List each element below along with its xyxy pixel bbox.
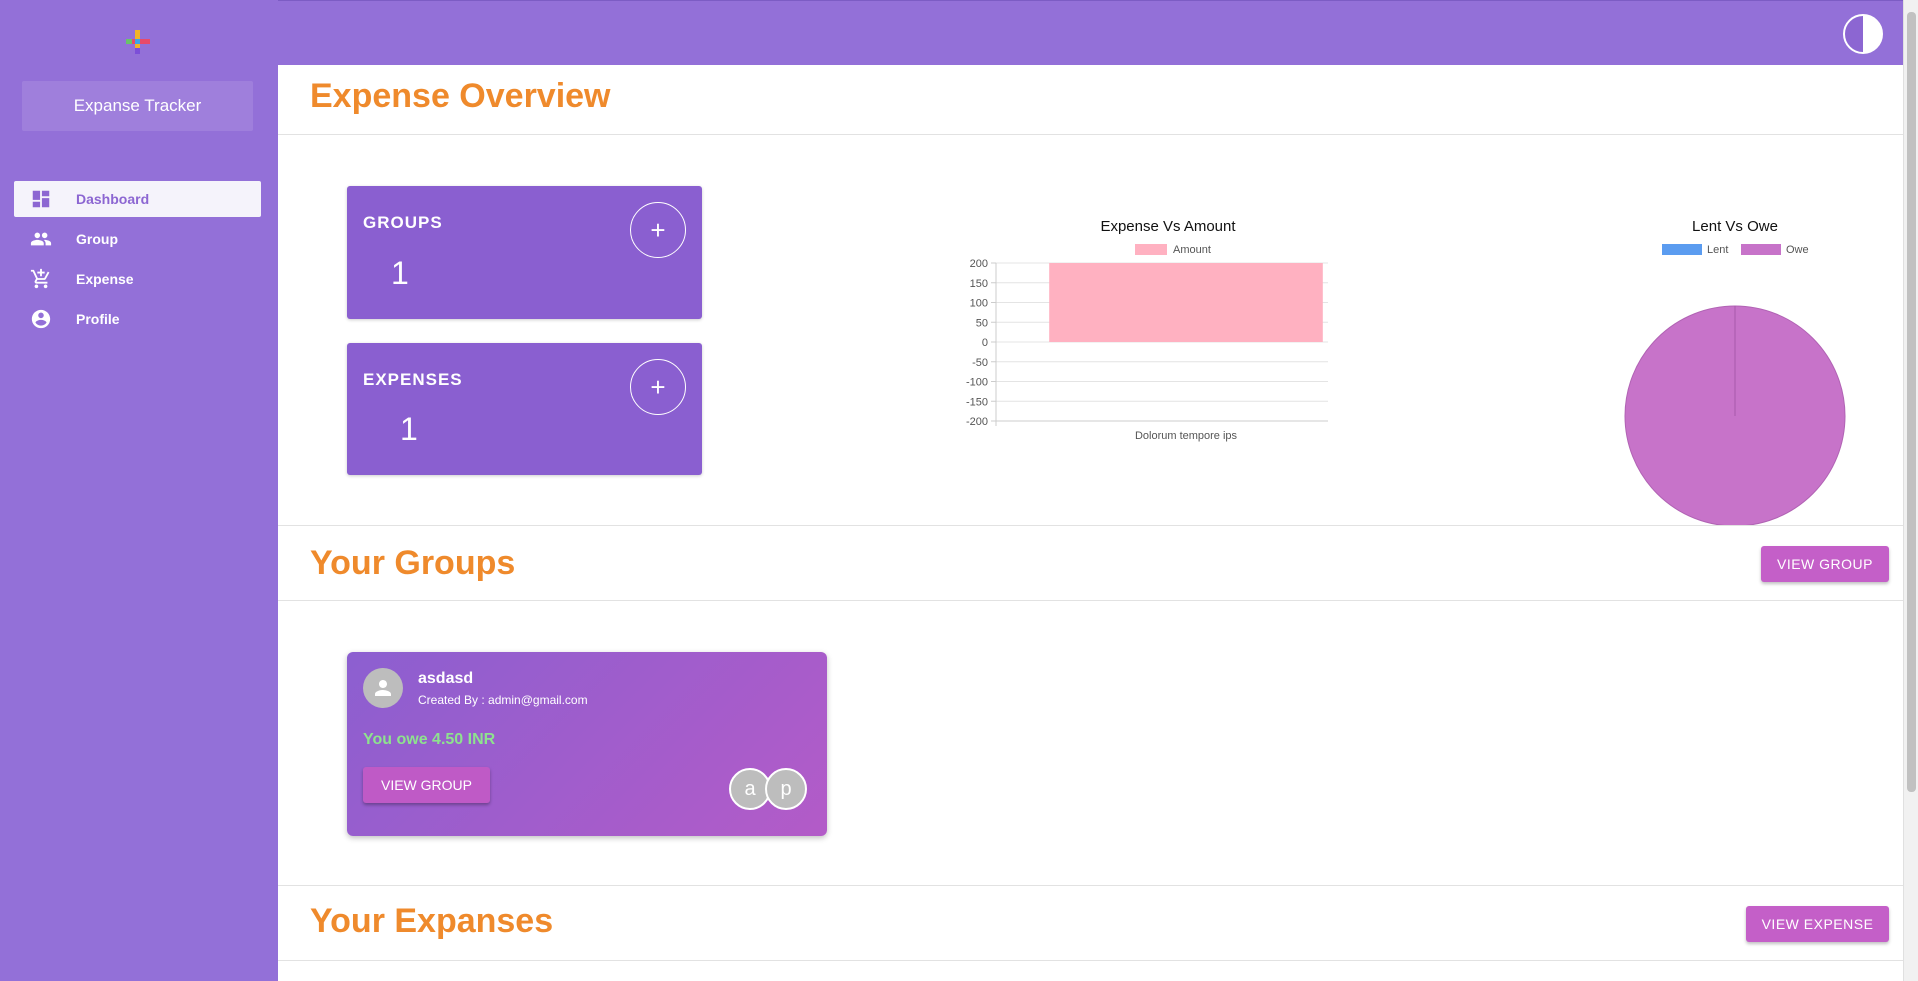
view-group-button[interactable]: VIEW GROUP bbox=[1761, 546, 1889, 582]
add-expense-button[interactable]: + bbox=[630, 359, 686, 415]
legend-swatch bbox=[1741, 244, 1781, 255]
y-tick-label: 200 bbox=[970, 258, 988, 270]
sidebar-item-label: Profile bbox=[76, 311, 120, 327]
sidebar-item-dashboard[interactable]: Dashboard bbox=[14, 181, 261, 217]
member-avatar: p bbox=[765, 768, 807, 810]
lent-vs-owe-chart: Lent Vs Owe Lent Owe bbox=[1598, 185, 1878, 527]
expenses-stat-card: EXPENSES 1 + bbox=[347, 343, 702, 475]
sidebar-item-label: Dashboard bbox=[76, 191, 150, 207]
account-circle-icon bbox=[30, 308, 52, 330]
expenses-section-header: Your Expanses VIEW EXPENSE bbox=[278, 885, 1903, 961]
group-card[interactable]: asdasd Created By : admin@gmail.com You … bbox=[347, 652, 827, 836]
add-cart-icon bbox=[30, 268, 52, 290]
dashboard-icon bbox=[30, 188, 52, 210]
main-content: Expense Overview GROUPS 1 + EXPENSES 1 +… bbox=[278, 65, 1903, 981]
app-logo-icon bbox=[126, 30, 150, 54]
group-creator: Created By : admin@gmail.com bbox=[418, 693, 588, 707]
sidebar-nav: Dashboard Group Expense Profile bbox=[14, 181, 261, 341]
legend-label: Amount bbox=[1173, 244, 1211, 256]
sidebar-item-group[interactable]: Group bbox=[14, 221, 261, 257]
add-group-button[interactable]: + bbox=[630, 202, 686, 258]
sidebar-item-expense[interactable]: Expense bbox=[14, 261, 261, 297]
expenses-section-title: Your Expanses bbox=[310, 902, 554, 940]
view-expense-button[interactable]: VIEW EXPENSE bbox=[1746, 906, 1889, 942]
pie-chart-svg: Lent Vs Owe Lent Owe bbox=[1624, 218, 1846, 527]
bar bbox=[1049, 263, 1323, 342]
groups-stat-card: GROUPS 1 + bbox=[347, 186, 702, 319]
y-tick-label: -200 bbox=[966, 416, 988, 428]
group-name: asdasd bbox=[418, 670, 474, 687]
group-card-view-button[interactable]: VIEW GROUP bbox=[363, 767, 490, 803]
legend-label: Owe bbox=[1786, 244, 1809, 256]
y-tick-label: 0 bbox=[982, 337, 988, 349]
user-avatar[interactable] bbox=[1843, 14, 1883, 54]
y-tick-label: 150 bbox=[970, 278, 988, 290]
expense-vs-amount-chart: Expense Vs Amount Amount 200 150 100 50 0 -50 -1… bbox=[828, 185, 1376, 525]
sidebar: Expanse Tracker Dashboard Group Expense … bbox=[0, 0, 278, 981]
legend-swatch bbox=[1662, 244, 1702, 255]
sidebar-item-label: Group bbox=[76, 231, 118, 247]
expenses-stat-label: EXPENSES bbox=[363, 370, 463, 389]
y-tick-label: -150 bbox=[966, 396, 988, 408]
person-icon bbox=[375, 680, 391, 696]
groups-section-title: Your Groups bbox=[310, 544, 516, 582]
chart-title: Lent Vs Owe bbox=[1692, 218, 1778, 235]
group-owe-amount: You owe 4.50 INR bbox=[363, 731, 496, 748]
people-icon bbox=[30, 228, 52, 250]
groups-section-header: Your Groups VIEW GROUP bbox=[278, 525, 1903, 601]
chart-title: Expense Vs Amount bbox=[1100, 218, 1236, 235]
x-tick-label: Dolorum tempore ips bbox=[1135, 430, 1238, 442]
groups-stat-value: 1 bbox=[391, 255, 409, 291]
overview-header: Expense Overview bbox=[278, 65, 1903, 135]
y-tick-label: 50 bbox=[976, 317, 988, 329]
y-tick-label: -100 bbox=[966, 377, 988, 389]
expenses-stat-value: 1 bbox=[400, 411, 418, 447]
scrollbar-thumb[interactable] bbox=[1907, 12, 1916, 792]
legend-label: Lent bbox=[1707, 244, 1728, 256]
y-tick-label: 100 bbox=[970, 298, 988, 310]
groups-stat-label: GROUPS bbox=[363, 213, 443, 232]
bar-chart-svg: Expense Vs Amount Amount 200 150 100 50 0 -50 -1… bbox=[966, 218, 1376, 442]
top-app-bar bbox=[278, 0, 1903, 65]
page-title: Expense Overview bbox=[310, 77, 611, 115]
vertical-scrollbar[interactable] bbox=[1903, 0, 1918, 981]
sidebar-item-label: Expense bbox=[76, 271, 134, 287]
group-avatar bbox=[363, 668, 403, 708]
sidebar-item-profile[interactable]: Profile bbox=[14, 301, 261, 337]
app-title[interactable]: Expanse Tracker bbox=[22, 81, 253, 131]
y-tick-label: -50 bbox=[972, 357, 988, 369]
legend-swatch bbox=[1135, 244, 1167, 255]
